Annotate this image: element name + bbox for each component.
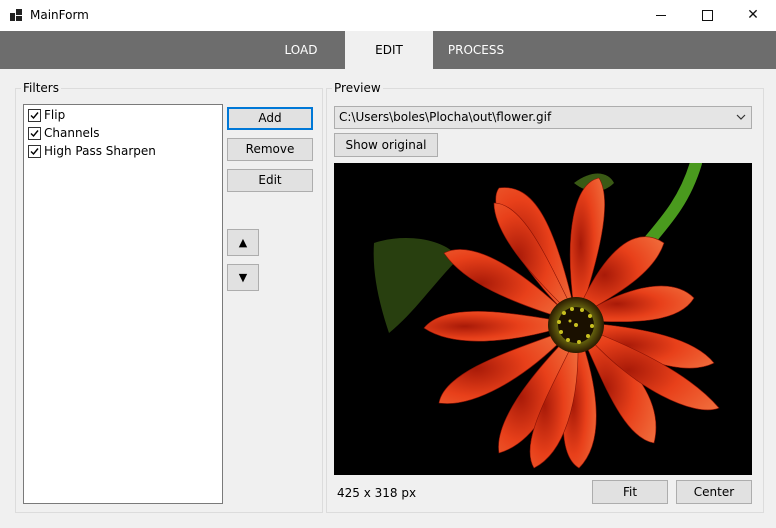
flower-image [334, 163, 752, 475]
center-button[interactable]: Center [676, 480, 752, 504]
minimize-button[interactable] [638, 0, 684, 31]
image-size-label: 425 x 318 px [337, 486, 417, 500]
move-down-button[interactable]: ▼ [227, 264, 259, 291]
window-title: MainForm [30, 8, 89, 22]
app-icon [10, 9, 22, 21]
tab-bar: LOAD EDIT PROCESS [0, 31, 776, 69]
close-button[interactable]: ✕ [730, 0, 776, 31]
maximize-button[interactable] [684, 0, 730, 31]
maximize-icon [701, 9, 713, 21]
arrow-up-icon: ▲ [238, 236, 248, 249]
filter-checkbox-high-pass-sharpen[interactable] [28, 145, 41, 158]
arrow-down-icon: ▼ [238, 271, 248, 284]
filter-label: Channels [44, 126, 100, 140]
file-path-value: C:\Users\boles\Plocha\out\flower.gif [339, 110, 552, 124]
minimize-icon [656, 14, 666, 16]
checkmark-icon [30, 112, 39, 120]
filter-label: Flip [44, 108, 66, 122]
filter-checkbox-flip[interactable] [28, 109, 41, 122]
chevron-down-icon [736, 114, 746, 120]
close-icon: ✕ [747, 7, 759, 23]
move-up-button[interactable]: ▲ [227, 229, 259, 256]
title-bar[interactable]: MainForm ✕ [0, 0, 776, 31]
tab-process[interactable]: PROCESS [433, 31, 519, 69]
show-original-button[interactable]: Show original [334, 133, 438, 157]
edit-filter-button[interactable]: Edit [227, 169, 313, 192]
filters-group-label: Filters [21, 81, 61, 95]
filter-checkbox-channels[interactable] [28, 127, 41, 140]
filter-label: High Pass Sharpen [44, 144, 156, 158]
add-filter-button[interactable]: Add [227, 107, 313, 130]
file-path-dropdown[interactable]: C:\Users\boles\Plocha\out\flower.gif [334, 106, 752, 129]
main-form-window: MainForm ✕ LOAD EDIT PROCESS Filters Fli… [0, 0, 776, 528]
tab-edit[interactable]: EDIT [345, 31, 433, 69]
preview-group-label: Preview [332, 81, 383, 95]
checkmark-icon [30, 130, 39, 138]
tab-load[interactable]: LOAD [260, 31, 342, 69]
remove-filter-button[interactable]: Remove [227, 138, 313, 161]
filter-list[interactable]: Flip Channels High Pass Sharpen [23, 104, 223, 504]
fit-button[interactable]: Fit [592, 480, 668, 504]
checkmark-icon [30, 148, 39, 156]
preview-image [334, 163, 752, 475]
